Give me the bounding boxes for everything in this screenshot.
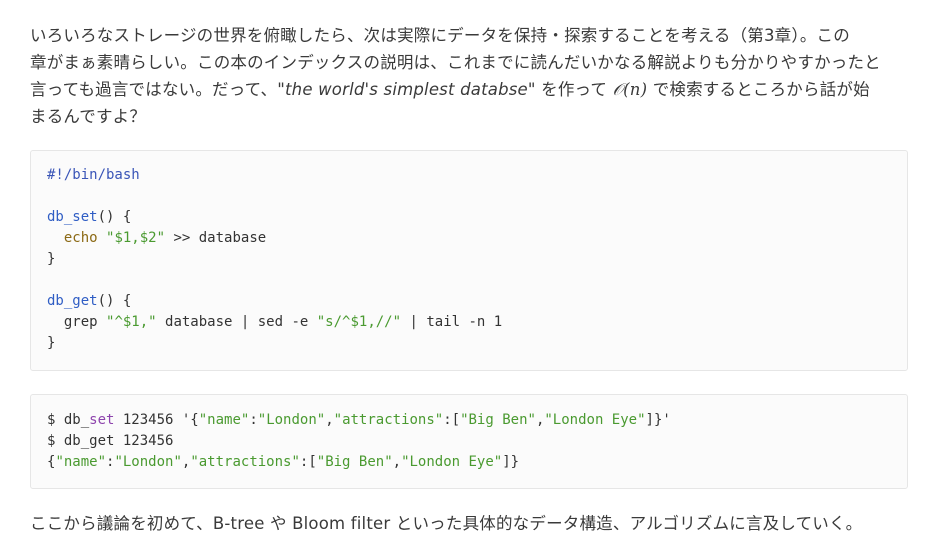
echo-argument: "$1,$2" (106, 230, 166, 246)
json-key: "attractions" (190, 454, 300, 470)
echo-line: echo "$1,$2" >> database (47, 228, 891, 249)
json-punct: , (325, 412, 334, 428)
json-value: "Big Ben" (460, 412, 536, 428)
db-get-definition: db_get() { (47, 291, 891, 312)
json-punct: ]}' (645, 412, 671, 428)
command-args: 123456 '{ (114, 412, 199, 428)
json-punct: : (249, 412, 258, 428)
intro-paragraph: いろいろなストレージの世界を俯瞰したら、次は実際にデータを保持・探索することを考… (30, 22, 910, 130)
db-set-command-line: $ db_set 123456 '{"name":"London","attra… (47, 410, 891, 431)
json-value: "London Eye" (544, 412, 646, 428)
output-line: {"name":"London","attractions":["Big Ben… (47, 452, 891, 473)
json-value: "London Eye" (401, 454, 503, 470)
tail-pipe: | tail -n 1 (401, 314, 503, 330)
article-page: いろいろなストレージの世界を俯瞰したら、次は実際にデータを保持・探索することを考… (0, 0, 935, 548)
json-key: "name" (198, 412, 250, 428)
echo-redirect: >> database (165, 230, 267, 246)
intro-line-3-mid: を作って (535, 80, 613, 99)
json-value: "London" (114, 454, 182, 470)
intro-line-2: 章がまぁ素晴らしい。この本のインデックスの説明は、これまでに読んだいかなる解説よ… (30, 53, 881, 72)
json-key: "name" (55, 454, 107, 470)
bash-code-block[interactable]: #!/bin/bash db_set() { echo "$1,$2" >> d… (30, 150, 908, 371)
db-get-close-brace: } (47, 335, 56, 351)
intro-line-1: いろいろなストレージの世界を俯瞰したら、次は実際にデータを保持・探索することを考… (30, 26, 850, 45)
grep-command: grep (63, 314, 107, 330)
json-value: "Big Ben" (316, 454, 393, 470)
db-set-definition: db_set() { (47, 207, 891, 228)
json-punct: :[ (443, 412, 461, 428)
echo-builtin: echo (63, 230, 98, 246)
simplest-database-quote: "the world's simplest databse" (277, 80, 536, 99)
db-get-function-name: db_get (47, 293, 98, 309)
grep-pipe-sed: database | sed -e (156, 314, 317, 330)
intro-line-3-suffix: で検索するところから話が始 (647, 80, 870, 99)
json-value: "London" (257, 412, 326, 428)
sed-expression: "s/^$1,//" (316, 314, 402, 330)
intro-line-4: まるんですよ？ (30, 107, 147, 126)
intro-line-3-prefix: 言っても過言ではない。だって、 (30, 80, 278, 99)
db-set-open-brace: () { (97, 209, 132, 225)
grep-line: grep "^$1," database | sed -e "s/^$1,//"… (47, 312, 891, 333)
grep-pattern: "^$1," (106, 314, 157, 330)
json-punct: :[ (299, 454, 317, 470)
db-set-function-name: db_set (47, 209, 98, 225)
db-get-open-brace: () { (97, 293, 132, 309)
outro-paragraph: ここから議論を初めて、B-tree や Bloom filter といった具体的… (30, 510, 910, 537)
big-o-notation: 𝒪(n) (612, 80, 648, 99)
db-set-close-brace: } (47, 251, 56, 267)
db-get-command-line: $ db_get 123456 (47, 433, 174, 449)
shell-session-code-block[interactable]: $ db_set 123456 '{"name":"London","attra… (30, 394, 908, 489)
json-key: "attractions" (333, 412, 444, 428)
prompt: $ db_ (47, 412, 90, 428)
intro-line-3: 言っても過言ではない。だって、"the world's simplest dat… (30, 76, 910, 103)
shebang-line: #!/bin/bash (47, 167, 140, 183)
json-punct: ]} (502, 454, 520, 470)
set-keyword: set (89, 412, 115, 428)
json-punct: , (392, 454, 402, 470)
outro-line: ここから議論を初めて、B-tree や Bloom filter といった具体的… (30, 514, 863, 533)
